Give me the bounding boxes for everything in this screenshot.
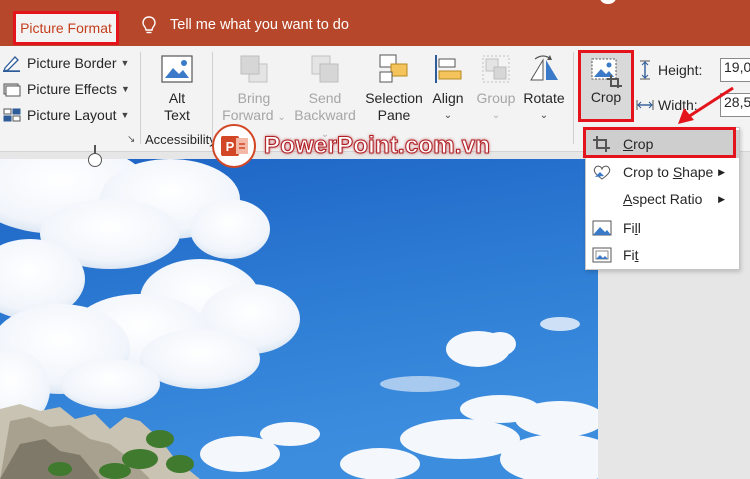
chevron-down-icon: ⌄ (539, 110, 549, 121)
group-label: Group (476, 90, 516, 106)
logo-suffix: .com.vn (398, 132, 491, 160)
height-control: Height: 19,05 c (636, 58, 750, 82)
group-icon (482, 55, 510, 83)
alt-text-icon (161, 55, 193, 83)
chevron-down-icon: ▼ (120, 58, 130, 68)
send-backward-icon (311, 55, 339, 83)
chevron-down-icon: ▼ (121, 84, 130, 94)
picture-layout-label: Picture Layout (27, 107, 117, 123)
picture-border-button[interactable]: Picture Border ▼ (2, 50, 130, 76)
picture-effects-label: Picture Effects (27, 81, 118, 97)
picture-layout-icon (3, 108, 21, 122)
fit-icon (592, 247, 612, 263)
chevron-down-icon: ⌄ (277, 112, 286, 123)
crop-icon (591, 58, 622, 88)
width-label: Width: (658, 97, 698, 113)
crop-highlight-box (583, 127, 736, 158)
bring-forward-label-2: Forward (222, 107, 274, 123)
picture-styles-group: Picture Border ▼ Picture Effects ▼ Pictu… (2, 50, 130, 128)
group-separator (573, 52, 574, 144)
send-backward-label-1: Send (308, 90, 342, 106)
picture-effects-icon (3, 83, 21, 97)
rotation-handle[interactable] (88, 153, 102, 167)
alt-text-label-1: Alt (168, 90, 186, 106)
rotate-label: Rotate (523, 90, 565, 106)
send-backward-label-2: Backward (294, 107, 356, 123)
chevron-down-icon: ⌄ (491, 110, 501, 121)
title-tab-bar: Picture Format Tell me what you want to … (0, 0, 750, 46)
picture-layout-button[interactable]: Picture Layout ▼ (2, 102, 130, 128)
group-button[interactable]: Group ⌄ (474, 52, 518, 124)
menu-item-crop-to-shape-label: Crop to Shape (623, 164, 714, 180)
alt-text-button[interactable]: Alt Text (150, 52, 204, 124)
submenu-arrow-icon: ▶ (718, 193, 725, 204)
sky-image (0, 159, 598, 479)
crop-button[interactable]: Crop (578, 50, 634, 122)
picture-effects-button[interactable]: Picture Effects ▼ (2, 76, 130, 102)
menu-item-fit-label: Fit (623, 247, 639, 263)
menu-item-crop-to-shape[interactable]: Crop to Shape ▶ (586, 158, 739, 186)
lightbulb-icon (142, 16, 156, 34)
menu-item-fit[interactable]: Fit (586, 241, 739, 269)
bring-forward-icon (240, 55, 268, 83)
pencil-border-icon (3, 56, 20, 72)
selection-pane-button[interactable]: Selection Pane (363, 52, 425, 124)
menu-item-fill-label: Fill (623, 220, 641, 236)
width-input[interactable]: 28,54 c (720, 93, 750, 117)
tab-picture-format[interactable]: Picture Format (13, 11, 119, 45)
selection-pane-label-2: Pane (377, 107, 411, 123)
width-control: Width: 28,54 c (636, 93, 750, 117)
crop-label: Crop (590, 89, 622, 105)
crop-to-shape-icon (593, 165, 611, 180)
align-button[interactable]: Align ⌄ (428, 52, 468, 124)
menu-item-aspect-ratio-label: Aspect Ratio (623, 191, 703, 207)
menu-item-fill[interactable]: Fill (586, 214, 739, 242)
rotate-icon (530, 55, 558, 81)
selection-pane-icon (379, 54, 408, 83)
align-label: Align (432, 90, 464, 106)
group-separator (140, 52, 141, 144)
powerpoint-logo: P PowerPoint.com.vn (212, 124, 490, 168)
submenu-arrow-icon: ▶ (718, 166, 725, 177)
selection-pane-label-1: Selection (365, 90, 423, 106)
alt-text-label-2: Text (164, 107, 190, 123)
tab-picture-format-label: Picture Format (20, 20, 112, 36)
width-icon (636, 100, 654, 110)
bring-forward-label-1: Bring (237, 90, 271, 106)
logo-brand: PowerPoint (263, 132, 399, 160)
height-input[interactable]: 19,05 c (720, 58, 750, 82)
accessibility-group-label: Accessibility (145, 132, 216, 147)
dialog-launcher-icon[interactable]: ↘ (127, 134, 135, 145)
window-control-icon (600, 0, 616, 4)
height-icon (640, 60, 650, 80)
chevron-down-icon: ▼ (120, 110, 130, 120)
align-icon (435, 55, 462, 83)
picture-border-label: Picture Border (27, 55, 117, 71)
fill-icon (592, 220, 612, 236)
tell-me-search[interactable]: Tell me what you want to do (138, 14, 349, 36)
sky-photo[interactable] (0, 159, 598, 479)
logo-text: PowerPoint.com.vn (263, 132, 491, 160)
height-label: Height: (658, 62, 703, 78)
tell-me-label: Tell me what you want to do (170, 17, 349, 33)
menu-item-aspect-ratio[interactable]: Aspect Ratio ▶ (586, 185, 739, 213)
chevron-down-icon: ⌄ (443, 110, 453, 121)
bring-forward-button[interactable]: Bring Forward ⌄ (222, 52, 286, 126)
svg-text:P: P (226, 139, 235, 154)
powerpoint-logo-icon: P (212, 124, 256, 168)
rotate-button[interactable]: Rotate ⌄ (520, 52, 568, 124)
